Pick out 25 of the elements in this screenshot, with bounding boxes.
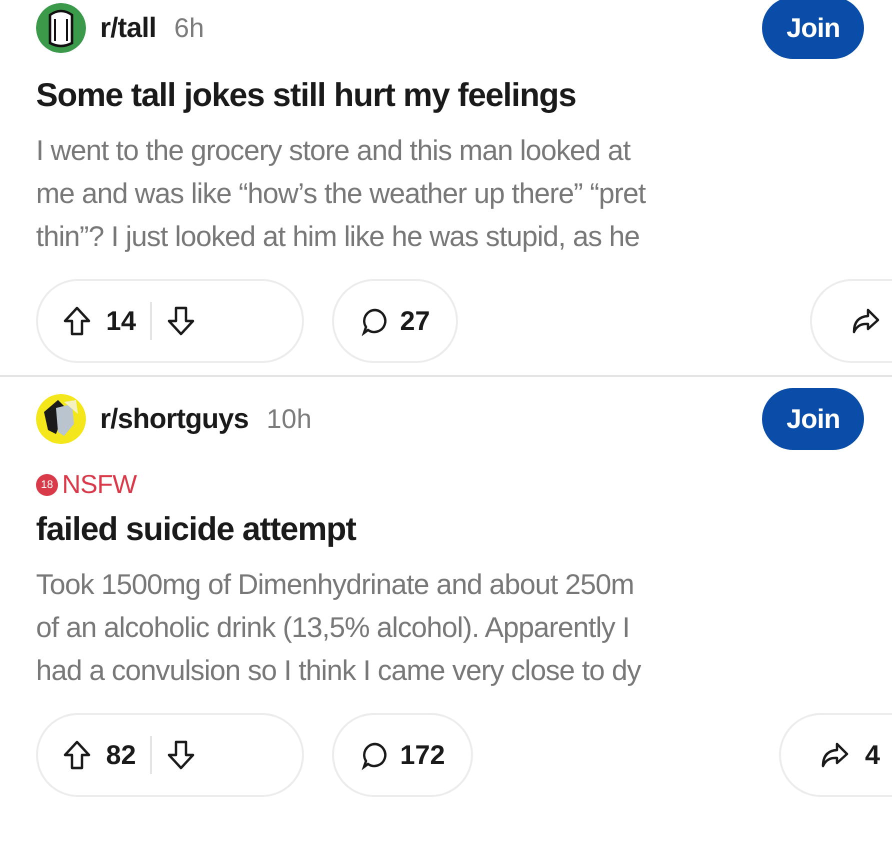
post-text-line: of an alcoholic drink (13,5% alcohol). Apparently I xyxy=(36,611,631,646)
join-button[interactable]: Join xyxy=(762,388,864,450)
nsfw-label: NSFW xyxy=(62,469,137,500)
age-badge: 18 xyxy=(36,474,58,496)
post-title[interactable]: failed suicide attempt xyxy=(36,510,892,548)
post-text-line: Took 1500mg of Dimenhydrinate and about 250m xyxy=(36,568,635,603)
upvote-icon[interactable] xyxy=(62,305,92,337)
post-title[interactable]: Some tall jokes still hurt my feelings xyxy=(36,76,892,114)
community-name[interactable]: r/shortguys xyxy=(100,403,249,435)
comments-button[interactable]: 172 xyxy=(332,713,474,797)
vote-count: 82 xyxy=(106,740,136,770)
post-age: 6h xyxy=(174,12,204,44)
comments-button[interactable]: 27 xyxy=(332,279,458,363)
post-text-line: thin”? I just looked at him like he was stupid, as he xyxy=(36,220,640,255)
community-name[interactable]: r/tall xyxy=(100,12,156,44)
join-button[interactable]: Join xyxy=(762,0,864,59)
downvote-icon[interactable] xyxy=(166,305,196,337)
share-button[interactable]: 4 xyxy=(778,713,892,797)
vote-count: 14 xyxy=(106,306,136,336)
downvote-icon[interactable] xyxy=(166,739,196,771)
post-age: 10h xyxy=(266,404,312,434)
post-text-line: I went to the grocery store and this man looked at xyxy=(36,134,632,169)
post-text-line: me and was like “how’s the weather up there” “pret xyxy=(36,177,647,212)
post-text-line: had a convulsion so I think I came very close to dy xyxy=(36,654,642,689)
upvote-icon[interactable] xyxy=(62,739,92,771)
